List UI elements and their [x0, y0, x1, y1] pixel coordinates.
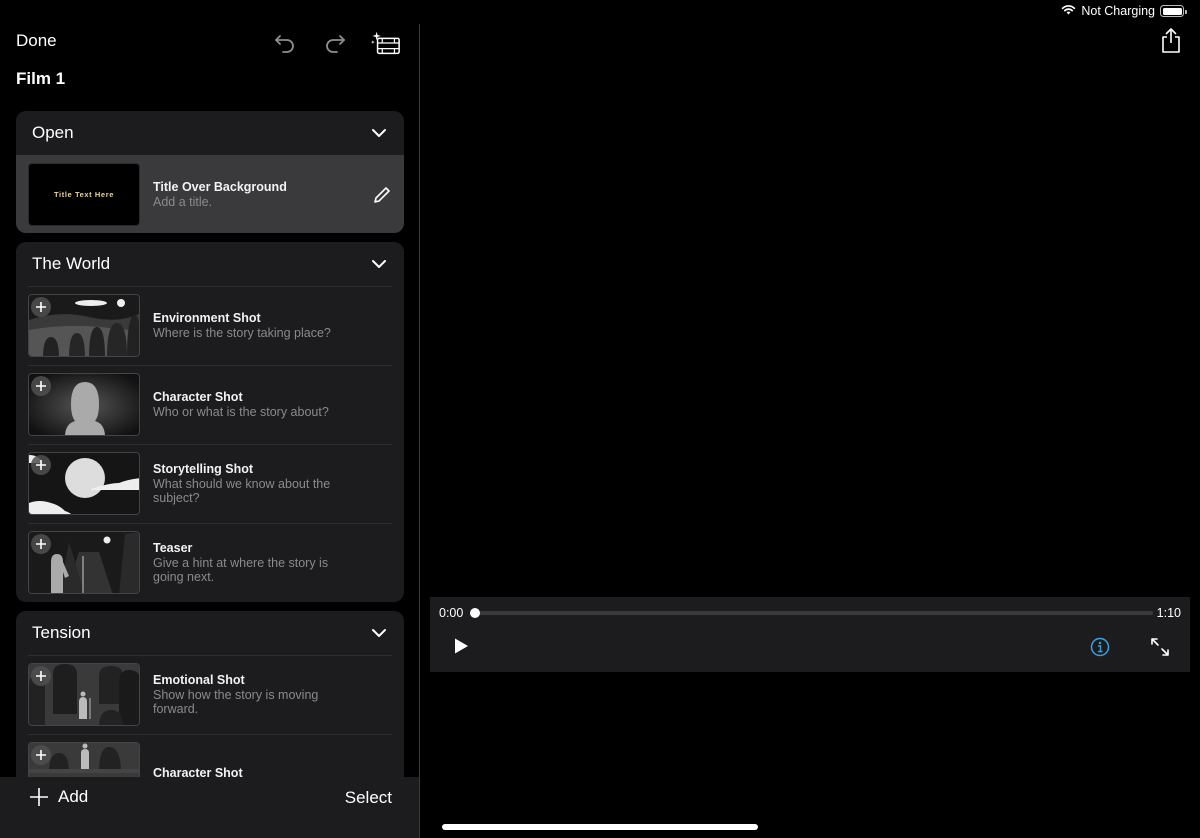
clip-name: Storytelling Shot [153, 462, 253, 476]
clip-row-character-shot[interactable]: Character Shot Who or what is the story … [16, 365, 404, 444]
section-the-world: The World Environment Shot Where is the … [16, 242, 404, 602]
add-clip-icon[interactable] [31, 745, 51, 765]
clip-hint: Where is the story taking place? [153, 326, 331, 340]
clip-thumbnail [28, 663, 140, 726]
add-clip-icon[interactable] [31, 666, 51, 686]
add-clip-icon[interactable] [31, 376, 51, 396]
clip-row-environment-shot[interactable]: Environment Shot Where is the story taki… [16, 286, 404, 365]
add-clip-icon[interactable] [31, 534, 51, 554]
clip-name: Emotional Shot [153, 673, 245, 687]
clip-hint: Give a hint at where the story is going … [153, 556, 329, 584]
pencil-icon[interactable] [372, 185, 392, 205]
film-sparkle-icon[interactable] [371, 28, 401, 58]
clip-hint: Add a title. [153, 194, 213, 209]
section-title: Tension [32, 623, 91, 642]
add-clip-icon[interactable] [31, 297, 51, 317]
section-tension: Tension Emotional Shot Show how the stor… [16, 611, 404, 777]
storyboard-list[interactable]: Open Title Text Here Title Over Backgrou… [16, 111, 404, 777]
scrubber[interactable] [470, 608, 1153, 618]
battery-status-text: Not Charging [1081, 4, 1155, 18]
clip-thumbnail [28, 742, 140, 777]
add-button[interactable]: Add [30, 787, 88, 807]
thumbnail-title-text: Title Text Here [54, 189, 114, 199]
fullscreen-icon[interactable] [1150, 637, 1170, 657]
scrubber-knob[interactable] [470, 608, 480, 618]
chevron-down-icon[interactable] [370, 624, 388, 642]
clip-row-emotional-shot[interactable]: Emotional Shot Show how the story is mov… [16, 655, 404, 734]
clip-name: Character Shot [153, 390, 243, 404]
section-header-tension[interactable]: Tension [16, 611, 404, 655]
clip-name: Environment Shot [153, 311, 261, 325]
clip-row-character-shot-2[interactable]: Character Shot [16, 734, 404, 777]
clip-hint: Show how the story is moving forward. [153, 688, 319, 716]
player-controls: 0:00 1:10 [430, 597, 1190, 672]
plus-icon [30, 788, 48, 806]
clip-thumbnail [28, 373, 140, 436]
clip-name: Character Shot [153, 766, 243, 777]
clip-thumbnail [28, 294, 140, 357]
pane-divider[interactable] [419, 24, 420, 838]
add-label: Add [58, 787, 89, 806]
select-button[interactable]: Select [345, 788, 392, 808]
section-title: Open [32, 123, 74, 142]
wifi-icon [1061, 4, 1076, 18]
clip-hint: Who or what is the story about? [153, 405, 329, 419]
share-icon[interactable] [1159, 28, 1183, 54]
clip-thumbnail [28, 531, 140, 594]
clip-row-storytelling-shot[interactable]: Storytelling Shot What should we know ab… [16, 444, 404, 523]
clip-thumbnail [28, 452, 140, 515]
toolbar: Done [0, 24, 420, 64]
home-indicator[interactable] [442, 824, 758, 830]
clip-name: Teaser [153, 541, 193, 555]
clip-row-teaser[interactable]: Teaser Give a hint at where the story is… [16, 523, 404, 602]
section-open: Open Title Text Here Title Over Backgrou… [16, 111, 404, 233]
chevron-down-icon[interactable] [370, 255, 388, 273]
redo-icon[interactable] [320, 28, 350, 58]
info-icon[interactable] [1090, 637, 1110, 657]
add-clip-icon[interactable] [31, 455, 51, 475]
undo-icon[interactable] [270, 28, 300, 58]
project-title: Film 1 [16, 69, 66, 88]
clip-row-title-over-background[interactable]: Title Text Here Title Over Background Ad… [16, 155, 404, 233]
bottom-bar: Add Select [0, 777, 419, 838]
clip-thumbnail: Title Text Here [28, 162, 140, 226]
storyboard-pane: Done Film 1 Open Title Text Here Title O… [0, 0, 420, 838]
done-button[interactable]: Done [16, 31, 57, 51]
play-icon[interactable] [452, 637, 470, 655]
clip-hint: What should we know about the subject? [153, 477, 331, 505]
chevron-down-icon[interactable] [370, 124, 388, 142]
current-time: 0:00 [439, 606, 464, 620]
battery-icon [1160, 5, 1187, 17]
total-time: 1:10 [1156, 606, 1181, 620]
section-title: The World [32, 254, 111, 273]
clip-name: Title Over Background [153, 179, 287, 194]
section-header-the-world[interactable]: The World [16, 242, 404, 286]
section-header-open[interactable]: Open [16, 111, 404, 155]
